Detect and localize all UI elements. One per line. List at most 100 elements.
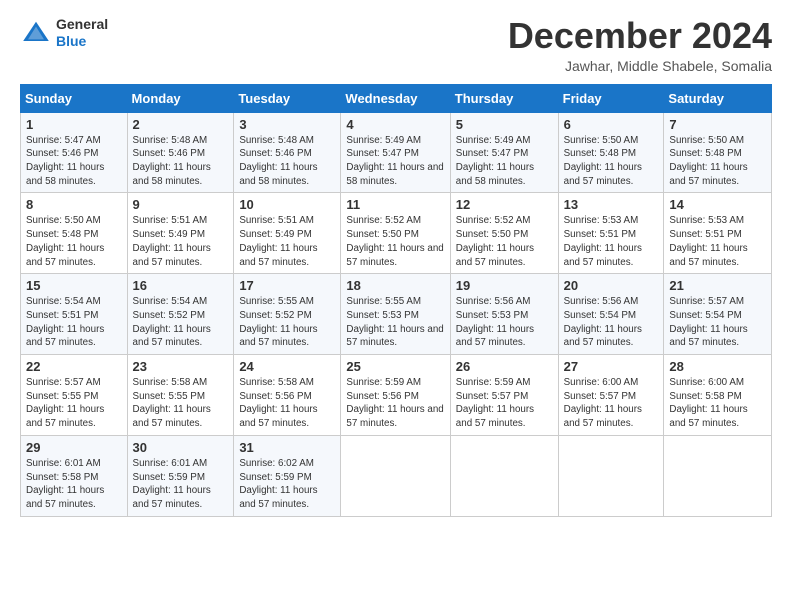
day-info-14: Sunrise: 5:53 AM Sunset: 5:51 PM Dayligh… <box>669 214 766 269</box>
day-number-26: 26 <box>456 359 553 374</box>
col-tuesday: Tuesday <box>234 84 341 112</box>
day-cell-24: 24 Sunrise: 5:58 AM Sunset: 5:56 PM Dayl… <box>234 355 341 436</box>
day-cell-23: 23 Sunrise: 5:58 AM Sunset: 5:55 PM Dayl… <box>127 355 234 436</box>
day-cell-18: 18 Sunrise: 5:55 AM Sunset: 5:53 PM Dayl… <box>341 274 450 355</box>
day-info-21: Sunrise: 5:57 AM Sunset: 5:54 PM Dayligh… <box>669 295 766 350</box>
logo-blue: Blue <box>56 33 108 50</box>
day-number-28: 28 <box>669 359 766 374</box>
day-number-29: 29 <box>26 440 122 455</box>
day-cell-30: 30 Sunrise: 6:01 AM Sunset: 5:59 PM Dayl… <box>127 435 234 516</box>
day-number-17: 17 <box>239 278 335 293</box>
calendar-week: 1 Sunrise: 5:47 AM Sunset: 5:46 PM Dayli… <box>21 112 772 193</box>
col-sunday: Sunday <box>21 84 128 112</box>
day-cell-26: 26 Sunrise: 5:59 AM Sunset: 5:57 PM Dayl… <box>450 355 558 436</box>
day-info-8: Sunrise: 5:50 AM Sunset: 5:48 PM Dayligh… <box>26 214 122 269</box>
day-number-18: 18 <box>346 278 444 293</box>
day-cell-13: 13 Sunrise: 5:53 AM Sunset: 5:51 PM Dayl… <box>558 193 664 274</box>
day-cell-14: 14 Sunrise: 5:53 AM Sunset: 5:51 PM Dayl… <box>664 193 772 274</box>
calendar-week: 15 Sunrise: 5:54 AM Sunset: 5:51 PM Dayl… <box>21 274 772 355</box>
day-number-14: 14 <box>669 197 766 212</box>
day-info-3: Sunrise: 5:48 AM Sunset: 5:46 PM Dayligh… <box>239 134 335 189</box>
day-info-12: Sunrise: 5:52 AM Sunset: 5:50 PM Dayligh… <box>456 214 553 269</box>
day-number-22: 22 <box>26 359 122 374</box>
day-cell-3: 3 Sunrise: 5:48 AM Sunset: 5:46 PM Dayli… <box>234 112 341 193</box>
logo-icon <box>20 17 52 49</box>
day-cell-2: 2 Sunrise: 5:48 AM Sunset: 5:46 PM Dayli… <box>127 112 234 193</box>
day-info-16: Sunrise: 5:54 AM Sunset: 5:52 PM Dayligh… <box>133 295 229 350</box>
day-info-26: Sunrise: 5:59 AM Sunset: 5:57 PM Dayligh… <box>456 376 553 431</box>
header-row: Sunday Monday Tuesday Wednesday Thursday… <box>21 84 772 112</box>
day-cell-8: 8 Sunrise: 5:50 AM Sunset: 5:48 PM Dayli… <box>21 193 128 274</box>
day-info-10: Sunrise: 5:51 AM Sunset: 5:49 PM Dayligh… <box>239 214 335 269</box>
day-cell-19: 19 Sunrise: 5:56 AM Sunset: 5:53 PM Dayl… <box>450 274 558 355</box>
logo-general: General <box>56 16 108 33</box>
day-info-18: Sunrise: 5:55 AM Sunset: 5:53 PM Dayligh… <box>346 295 444 350</box>
day-number-15: 15 <box>26 278 122 293</box>
day-number-13: 13 <box>564 197 659 212</box>
day-info-23: Sunrise: 5:58 AM Sunset: 5:55 PM Dayligh… <box>133 376 229 431</box>
day-cell-10: 10 Sunrise: 5:51 AM Sunset: 5:49 PM Dayl… <box>234 193 341 274</box>
day-cell-9: 9 Sunrise: 5:51 AM Sunset: 5:49 PM Dayli… <box>127 193 234 274</box>
day-cell-5: 5 Sunrise: 5:49 AM Sunset: 5:47 PM Dayli… <box>450 112 558 193</box>
day-info-13: Sunrise: 5:53 AM Sunset: 5:51 PM Dayligh… <box>564 214 659 269</box>
day-number-11: 11 <box>346 197 444 212</box>
day-info-20: Sunrise: 5:56 AM Sunset: 5:54 PM Dayligh… <box>564 295 659 350</box>
day-number-25: 25 <box>346 359 444 374</box>
day-cell-7: 7 Sunrise: 5:50 AM Sunset: 5:48 PM Dayli… <box>664 112 772 193</box>
calendar-header: Sunday Monday Tuesday Wednesday Thursday… <box>21 84 772 112</box>
page: General Blue December 2024 Jawhar, Middl… <box>0 0 792 612</box>
day-number-19: 19 <box>456 278 553 293</box>
day-cell-11: 11 Sunrise: 5:52 AM Sunset: 5:50 PM Dayl… <box>341 193 450 274</box>
day-info-4: Sunrise: 5:49 AM Sunset: 5:47 PM Dayligh… <box>346 134 444 189</box>
day-cell-29: 29 Sunrise: 6:01 AM Sunset: 5:58 PM Dayl… <box>21 435 128 516</box>
col-monday: Monday <box>127 84 234 112</box>
day-number-21: 21 <box>669 278 766 293</box>
day-number-7: 7 <box>669 117 766 132</box>
logo: General Blue <box>20 16 108 50</box>
day-info-17: Sunrise: 5:55 AM Sunset: 5:52 PM Dayligh… <box>239 295 335 350</box>
day-info-11: Sunrise: 5:52 AM Sunset: 5:50 PM Dayligh… <box>346 214 444 269</box>
col-saturday: Saturday <box>664 84 772 112</box>
day-info-15: Sunrise: 5:54 AM Sunset: 5:51 PM Dayligh… <box>26 295 122 350</box>
day-info-27: Sunrise: 6:00 AM Sunset: 5:57 PM Dayligh… <box>564 376 659 431</box>
day-cell-22: 22 Sunrise: 5:57 AM Sunset: 5:55 PM Dayl… <box>21 355 128 436</box>
empty-cell <box>341 435 450 516</box>
day-cell-20: 20 Sunrise: 5:56 AM Sunset: 5:54 PM Dayl… <box>558 274 664 355</box>
calendar-week: 22 Sunrise: 5:57 AM Sunset: 5:55 PM Dayl… <box>21 355 772 436</box>
day-number-23: 23 <box>133 359 229 374</box>
day-info-19: Sunrise: 5:56 AM Sunset: 5:53 PM Dayligh… <box>456 295 553 350</box>
calendar-week: 8 Sunrise: 5:50 AM Sunset: 5:48 PM Dayli… <box>21 193 772 274</box>
day-cell-21: 21 Sunrise: 5:57 AM Sunset: 5:54 PM Dayl… <box>664 274 772 355</box>
day-info-25: Sunrise: 5:59 AM Sunset: 5:56 PM Dayligh… <box>346 376 444 431</box>
day-number-10: 10 <box>239 197 335 212</box>
day-info-6: Sunrise: 5:50 AM Sunset: 5:48 PM Dayligh… <box>564 134 659 189</box>
day-info-7: Sunrise: 5:50 AM Sunset: 5:48 PM Dayligh… <box>669 134 766 189</box>
day-info-28: Sunrise: 6:00 AM Sunset: 5:58 PM Dayligh… <box>669 376 766 431</box>
day-cell-4: 4 Sunrise: 5:49 AM Sunset: 5:47 PM Dayli… <box>341 112 450 193</box>
empty-cell <box>664 435 772 516</box>
day-cell-6: 6 Sunrise: 5:50 AM Sunset: 5:48 PM Dayli… <box>558 112 664 193</box>
day-cell-12: 12 Sunrise: 5:52 AM Sunset: 5:50 PM Dayl… <box>450 193 558 274</box>
day-number-3: 3 <box>239 117 335 132</box>
logo-text: General Blue <box>56 16 108 50</box>
day-number-27: 27 <box>564 359 659 374</box>
location: Jawhar, Middle Shabele, Somalia <box>508 58 772 74</box>
day-number-5: 5 <box>456 117 553 132</box>
calendar-body: 1 Sunrise: 5:47 AM Sunset: 5:46 PM Dayli… <box>21 112 772 516</box>
day-number-16: 16 <box>133 278 229 293</box>
col-wednesday: Wednesday <box>341 84 450 112</box>
day-info-2: Sunrise: 5:48 AM Sunset: 5:46 PM Dayligh… <box>133 134 229 189</box>
calendar-week: 29 Sunrise: 6:01 AM Sunset: 5:58 PM Dayl… <box>21 435 772 516</box>
col-thursday: Thursday <box>450 84 558 112</box>
empty-cell <box>558 435 664 516</box>
day-cell-28: 28 Sunrise: 6:00 AM Sunset: 5:58 PM Dayl… <box>664 355 772 436</box>
day-cell-31: 31 Sunrise: 6:02 AM Sunset: 5:59 PM Dayl… <box>234 435 341 516</box>
title-area: December 2024 Jawhar, Middle Shabele, So… <box>508 16 772 74</box>
day-number-24: 24 <box>239 359 335 374</box>
day-info-22: Sunrise: 5:57 AM Sunset: 5:55 PM Dayligh… <box>26 376 122 431</box>
day-number-12: 12 <box>456 197 553 212</box>
day-number-6: 6 <box>564 117 659 132</box>
day-info-29: Sunrise: 6:01 AM Sunset: 5:58 PM Dayligh… <box>26 457 122 512</box>
day-number-8: 8 <box>26 197 122 212</box>
day-cell-17: 17 Sunrise: 5:55 AM Sunset: 5:52 PM Dayl… <box>234 274 341 355</box>
